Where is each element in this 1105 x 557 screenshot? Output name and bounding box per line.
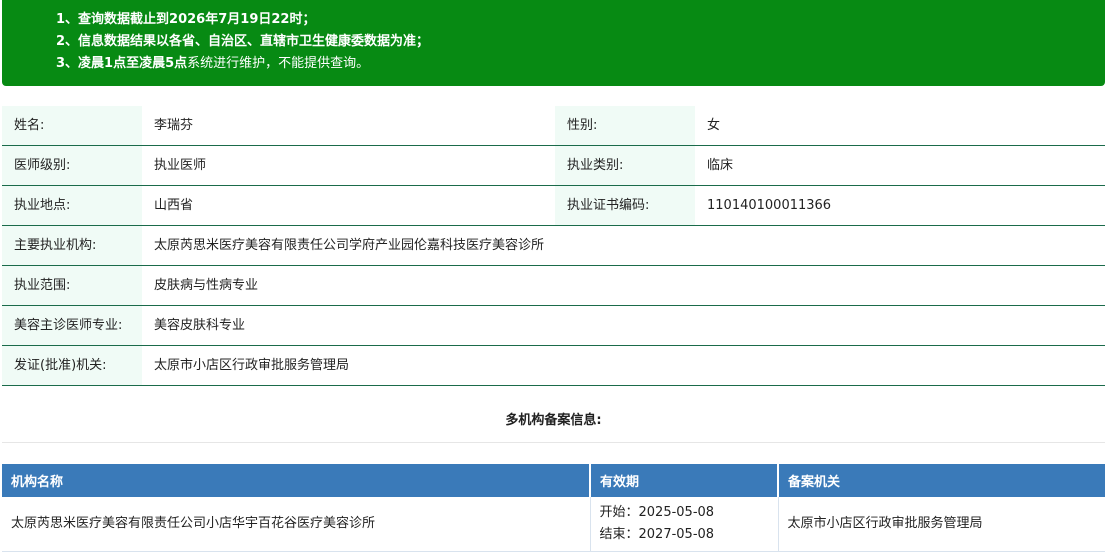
location-label: 执业地点: [2,185,142,226]
scope-label: 执业范围: [2,265,142,306]
org-value: 太原芮思米医疗美容有限责任公司学府产业园伦嘉科技医疗美容诊所 [142,225,1105,266]
level-label: 医师级别: [2,145,142,186]
header-validity: 有效期 [590,464,779,497]
doctor-info-table: 姓名: 李瑞芬 性别: 女 医师级别: 执业医师 执业类别: 临床 执业地点: … [2,106,1105,386]
row-name-gender: 姓名: 李瑞芬 性别: 女 [2,106,1105,146]
header-authority: 备案机关 [778,464,1105,497]
multi-org-header-row: 机构名称 有效期 备案机关 [2,464,1105,497]
multi-org-table: 机构名称 有效期 备案机关 太原芮思米医疗美容有限责任公司小店华宇百花谷医疗美容… [2,464,1105,552]
record-org-name: 太原芮思米医疗美容有限责任公司小店华宇百花谷医疗美容诊所 [2,497,591,552]
issuer-label: 发证(批准)机关: [2,345,142,386]
record-end-date: 结束：2027-05-08 [599,527,715,542]
cert-value: 110140100011366 [695,185,1105,226]
row-location-cert: 执业地点: 山西省 执业证书编码: 110140100011366 [2,185,1105,226]
gender-value: 女 [695,106,1105,146]
header-org-name: 机构名称 [2,464,591,497]
category-label: 执业类别: [555,145,695,186]
row-scope: 执业范围: 皮肤病与性病专业 [2,265,1105,306]
category-value: 临床 [695,145,1105,186]
row-org: 主要执业机构: 太原芮思米医疗美容有限责任公司学府产业园伦嘉科技医疗美容诊所 [2,225,1105,266]
gender-label: 性别: [555,106,695,146]
scope-value: 皮肤病与性病专业 [142,265,1105,306]
record-validity: 开始：2025-05-08 结束：2027-05-08 [590,497,779,552]
location-value: 山西省 [142,185,555,226]
notice-line-3: 3、凌晨1点至凌晨5点系统进行维护，不能提供查询。 [56,56,370,71]
row-issuer: 发证(批准)机关: 太原市小店区行政审批服务管理局 [2,345,1105,386]
cosmetic-label: 美容主诊医师专业: [2,305,142,346]
name-value: 李瑞芬 [142,106,555,146]
issuer-value: 太原市小店区行政审批服务管理局 [142,345,1105,386]
row-cosmetic: 美容主诊医师专业: 美容皮肤科专业 [2,305,1105,346]
name-label: 姓名: [2,106,142,146]
notice-banner: 1、查询数据截止到2026年7月19日22时； 2、信息数据结果以各省、自治区、… [2,0,1105,86]
row-level-category: 医师级别: 执业医师 执业类别: 临床 [2,145,1105,186]
notice-line-1: 1、查询数据截止到2026年7月19日22时； [56,12,316,27]
cert-label: 执业证书编码: [555,185,695,226]
notice-line-2: 2、信息数据结果以各省、自治区、直辖市卫生健康委数据为准； [56,34,430,49]
record-authority: 太原市小店区行政审批服务管理局 [778,497,1105,552]
org-label: 主要执业机构: [2,225,142,266]
multi-org-title: 多机构备案信息: [2,400,1105,443]
level-value: 执业医师 [142,145,555,186]
table-row: 太原芮思米医疗美容有限责任公司小店华宇百花谷医疗美容诊所 开始：2025-05-… [2,497,1105,552]
cosmetic-value: 美容皮肤科专业 [142,305,1105,346]
record-start-date: 开始：2025-05-08 [599,505,715,520]
